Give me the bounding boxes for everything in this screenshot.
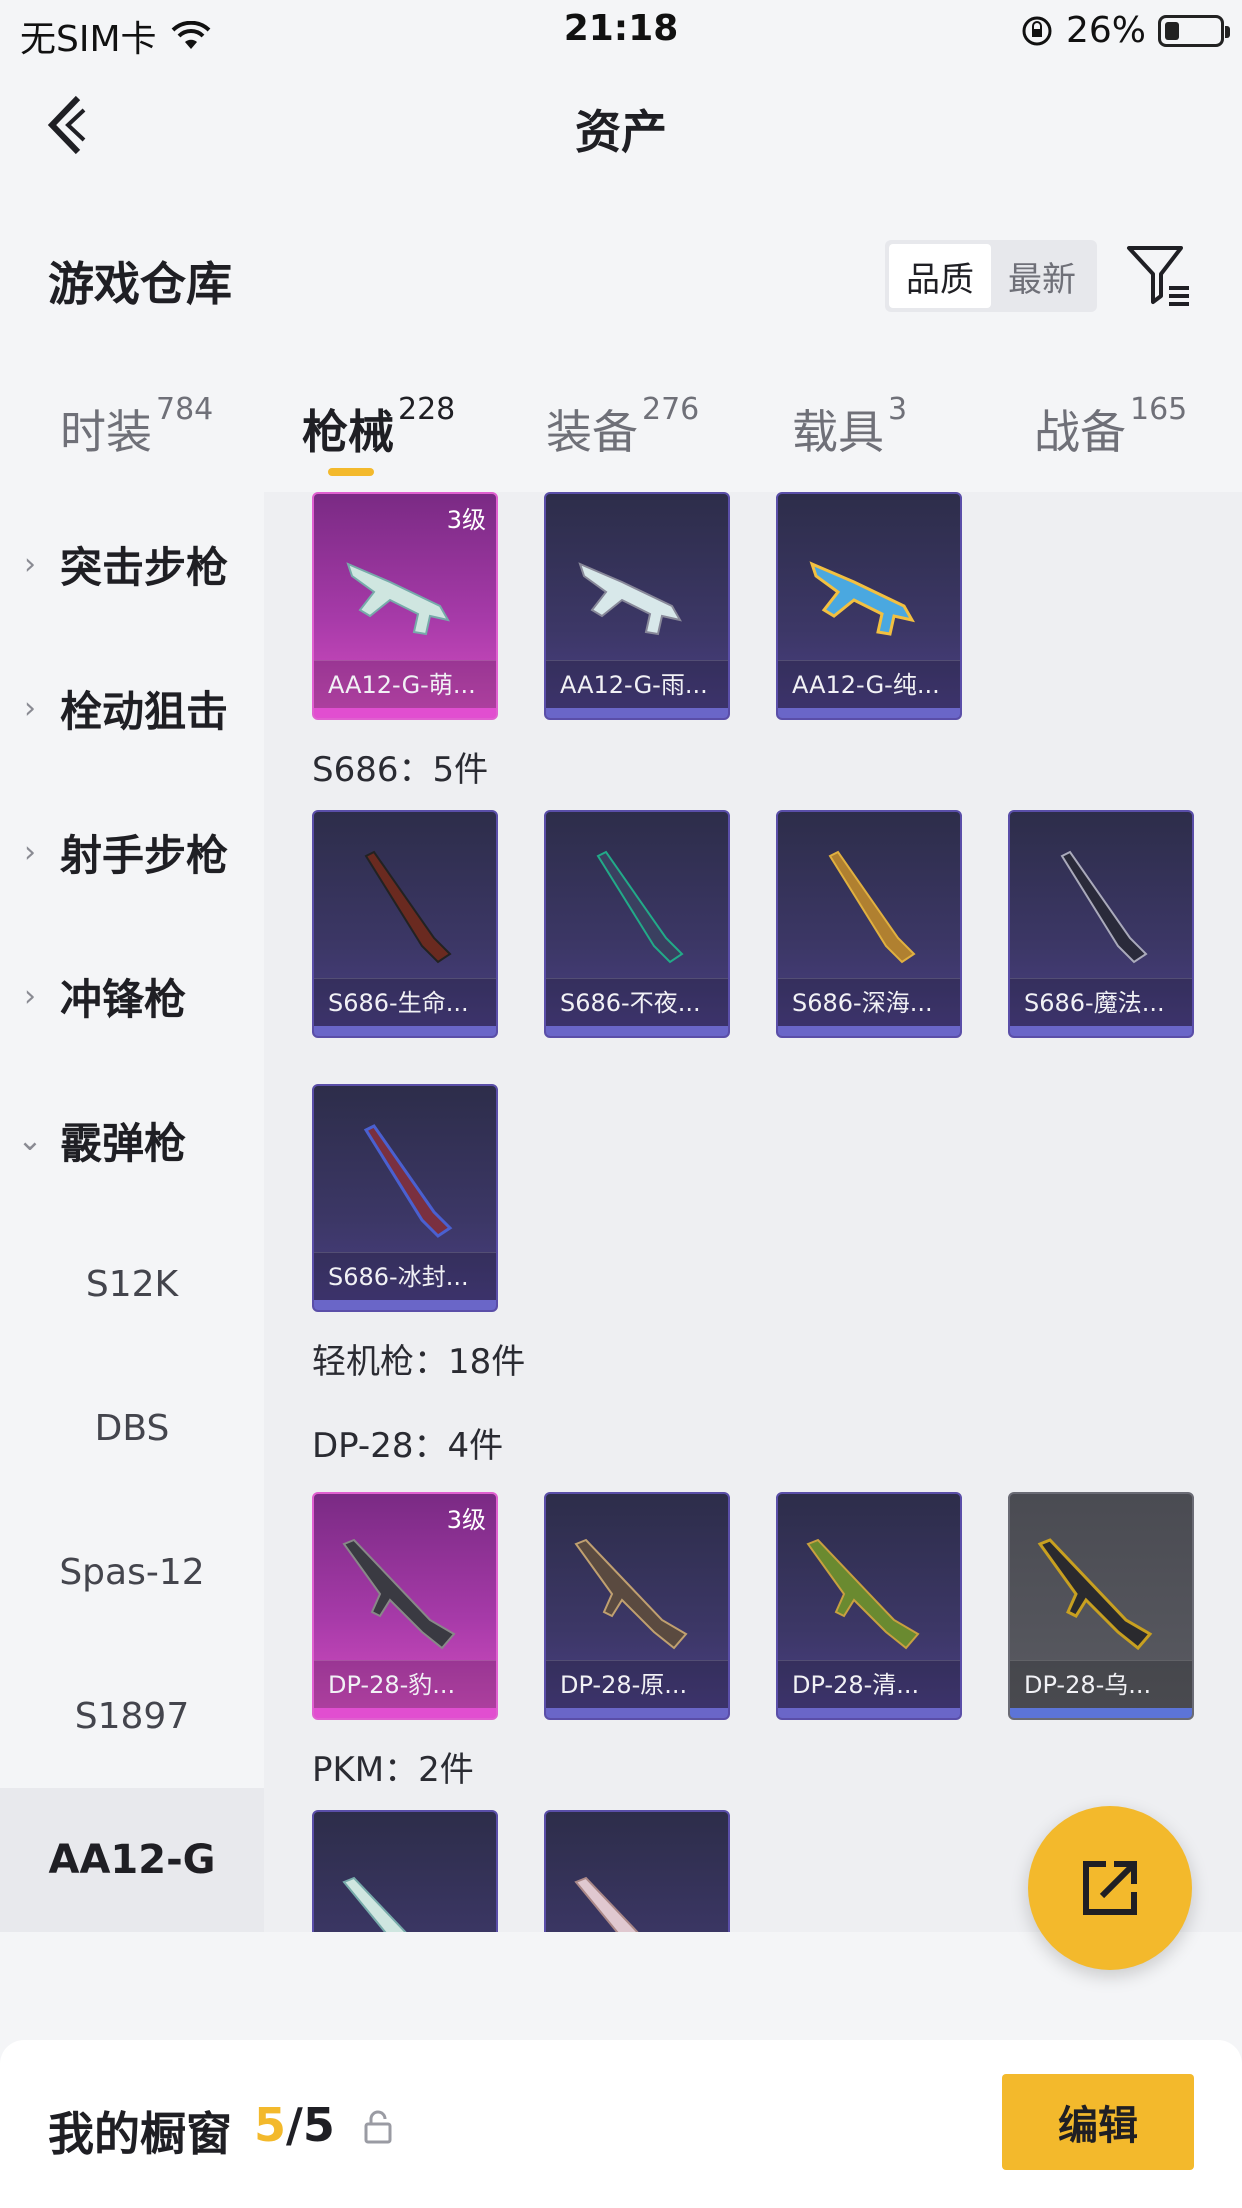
weapon-name: AA12-G-雨... [546, 660, 728, 708]
sidebar-item-assault-rifle[interactable]: › 突击步枪 [0, 492, 264, 636]
sidebar-sub-dbs[interactable]: DBS [0, 1356, 264, 1500]
nav-bar: 资产 [0, 62, 1242, 192]
filter-icon[interactable] [1125, 240, 1193, 308]
machine-gun-icon [574, 1876, 639, 1932]
machine-gun-icon [342, 1538, 456, 1650]
sidebar-sub-s12k[interactable]: S12K [0, 1212, 264, 1356]
weapon-grid: 3级 AA12-G-萌... AA12-G-雨... AA12-G-纯... S… [264, 492, 1242, 1932]
weapon-card[interactable]: AA12-G-纯... [776, 492, 962, 720]
weapon-name: AA12-G-纯... [778, 660, 960, 708]
chevron-right-icon: › [24, 834, 36, 870]
battery-percent: 26% [1065, 10, 1146, 51]
showcase-label: 我的橱窗 [48, 2107, 232, 2161]
battery-icon [1158, 14, 1230, 47]
status-bar: 无SIM卡 21:18 26% [0, 0, 1242, 62]
weapon-name: S686-深海... [778, 978, 960, 1026]
sort-newest-button[interactable]: 最新 [991, 244, 1093, 308]
weapon-card[interactable]: AA12-G-雨... [544, 492, 730, 720]
tab-fashion[interactable]: 时装 784 [60, 392, 213, 462]
sort-toggle: 品质 最新 [885, 240, 1097, 312]
weapon-name: S686-生命... [314, 978, 496, 1026]
tab-firearms[interactable]: 枪械 228 [302, 392, 455, 462]
chevron-right-icon: › [24, 546, 36, 582]
weapon-card[interactable]: S686-深海... [776, 810, 962, 1038]
shotgun-icon [364, 850, 452, 964]
tab-equipment[interactable]: 装备 276 [546, 392, 699, 462]
weapon-card[interactable]: DP-28-原... [544, 1492, 730, 1720]
shotgun-icon [1060, 850, 1148, 964]
machine-gun-icon [1037, 1538, 1153, 1651]
rifle-icon [809, 561, 915, 636]
active-tab-indicator [328, 468, 374, 476]
sidebar-item-marksman-rifle[interactable]: › 射手步枪 [0, 780, 264, 924]
weapon-card[interactable]: S686-冰封... [312, 1084, 498, 1312]
share-icon [1083, 1861, 1137, 1915]
shotgun-icon [363, 1124, 453, 1238]
weapon-card[interactable]: 3级 DP-28-豹... [312, 1492, 498, 1720]
rotation-lock-icon [1022, 16, 1052, 45]
weapon-name: AA12-G-萌... [314, 660, 496, 708]
edit-button[interactable]: 编辑 [1002, 2074, 1194, 2170]
sidebar-sub-s1897[interactable]: S1897 [0, 1644, 264, 1788]
weapon-name: DP-28-乌... [1010, 1660, 1192, 1708]
group-label-lmg: 轻机枪：18件 [312, 1342, 526, 1382]
lock-icon [364, 2110, 392, 2144]
battery-level [1165, 21, 1180, 40]
weapon-card[interactable]: S686-生命... [312, 810, 498, 1038]
weapon-card[interactable]: S686-不夜... [544, 810, 730, 1038]
sidebar-item-smg[interactable]: › 冲锋枪 [0, 924, 264, 1068]
weapon-name: S686-冰封... [314, 1252, 496, 1300]
chevron-right-icon: › [24, 690, 36, 726]
sort-quality-button[interactable]: 品质 [889, 244, 991, 308]
weapon-name: DP-28-清... [778, 1660, 960, 1708]
rifle-icon [346, 562, 450, 636]
chevron-down-icon: ⌄ [17, 1122, 43, 1158]
weapon-name: DP-28-原... [546, 1660, 728, 1708]
sidebar-sub-aa12g[interactable]: AA12-G [0, 1788, 264, 1932]
showcase-bar: 我的橱窗 5/5 编辑 [0, 2040, 1242, 2208]
sidebar-sub-spas12[interactable]: Spas-12 [0, 1500, 264, 1644]
section-title: 游戏仓库 [48, 257, 232, 311]
showcase-count: 5/5 [254, 2098, 335, 2152]
page-title: 资产 [575, 105, 667, 159]
group-label-s686: S686：5件 [312, 750, 489, 790]
weapon-name: S686-不夜... [546, 978, 728, 1026]
rifle-icon [578, 562, 682, 636]
weapon-card[interactable] [312, 1810, 498, 1932]
machine-gun-icon [574, 1538, 688, 1650]
share-button[interactable] [1028, 1806, 1192, 1970]
chevron-right-icon: › [24, 978, 36, 1014]
group-label-pkm: PKM：2件 [312, 1750, 474, 1790]
tab-supplies[interactable]: 战备 165 [1034, 392, 1187, 462]
weapon-card[interactable]: 3级 AA12-G-萌... [312, 492, 498, 720]
sidebar-item-bolt-sniper[interactable]: › 栓动狙击 [0, 636, 264, 780]
shotgun-icon [596, 850, 684, 964]
weapon-name: DP-28-豹... [314, 1660, 496, 1708]
weapon-name: S686-魔法... [1010, 978, 1192, 1026]
sidebar-item-shotgun[interactable]: ⌄ 霰弹枪 [0, 1068, 264, 1212]
shotgun-icon [828, 850, 916, 964]
weapon-card[interactable]: DP-28-乌... [1008, 1492, 1194, 1720]
weapon-card[interactable]: DP-28-清... [776, 1492, 962, 1720]
weapon-category-sidebar: › 突击步枪 › 栓动狙击 › 射手步枪 › 冲锋枪 ⌄ 霰弹枪 S12K DB… [0, 492, 264, 1932]
weapon-card[interactable]: S686-魔法... [1008, 810, 1194, 1038]
machine-gun-icon [342, 1876, 407, 1932]
tab-vehicles[interactable]: 载具 3 [792, 392, 907, 462]
weapon-card[interactable] [544, 1810, 730, 1932]
group-label-dp28: DP-28：4件 [312, 1426, 504, 1466]
machine-gun-icon [806, 1538, 920, 1650]
category-tabs: 时装 784 枪械 228 装备 276 载具 3 战备 165 [0, 380, 1242, 490]
